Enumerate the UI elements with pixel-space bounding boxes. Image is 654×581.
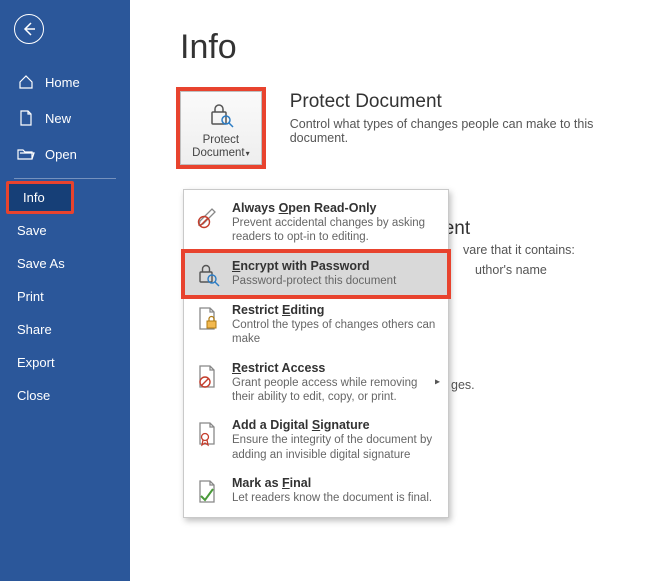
- menu-item-subtitle: Let readers know the document is final.: [232, 491, 438, 505]
- menu-item-encrypt-password[interactable]: Encrypt with Password Password-protect t…: [184, 252, 448, 296]
- protect-subtext: Control what types of changes people can…: [290, 117, 654, 145]
- sidebar-divider: [14, 178, 116, 179]
- check-issues-text-fragment: ges.: [451, 378, 475, 392]
- protect-document-button[interactable]: Protect Document▾: [180, 91, 262, 165]
- menu-item-title: Encrypt with Password: [232, 259, 438, 273]
- sidebar-item-label: Print: [17, 289, 44, 304]
- sidebar-item-label: Share: [17, 322, 52, 337]
- protect-heading: Protect Document: [290, 91, 654, 113]
- menu-item-restrict-access[interactable]: Restrict Access Grant people access whil…: [184, 354, 448, 412]
- sidebar-item-label: Save As: [17, 256, 65, 271]
- menu-item-subtitle: Password-protect this document: [232, 274, 438, 288]
- sidebar-item-new[interactable]: New: [0, 100, 130, 136]
- sidebar-item-share[interactable]: Share: [0, 313, 130, 346]
- sidebar-item-print[interactable]: Print: [0, 280, 130, 313]
- sidebar-item-info[interactable]: Info: [6, 181, 74, 214]
- backstage-sidebar: Home New Open Info Save Save As Print Sh…: [0, 0, 130, 581]
- protect-document-description: Protect Document Control what types of c…: [290, 91, 654, 145]
- menu-item-title: Add a Digital Signature: [232, 418, 438, 432]
- document-deny-icon: [194, 363, 222, 391]
- sidebar-item-label: Save: [17, 223, 47, 238]
- sidebar-item-label: Close: [17, 388, 50, 403]
- sidebar-item-open[interactable]: Open: [0, 136, 130, 172]
- home-icon: [17, 73, 35, 91]
- menu-item-open-read-only[interactable]: Always Open Read-Only Prevent accidental…: [184, 194, 448, 252]
- back-button[interactable]: [14, 14, 44, 44]
- menu-item-title: Restrict Editing: [232, 303, 438, 317]
- back-arrow-icon: [21, 21, 37, 37]
- sidebar-item-save-as[interactable]: Save As: [0, 247, 130, 280]
- protect-document-dropdown: Always Open Read-Only Prevent accidental…: [183, 189, 449, 518]
- protect-button-text: Protect Document▾: [192, 134, 249, 159]
- menu-item-mark-final[interactable]: Mark as Final Let readers know the docum…: [184, 469, 448, 513]
- document-lock-icon: [194, 305, 222, 333]
- sidebar-item-label: Open: [45, 147, 77, 162]
- sidebar-item-close[interactable]: Close: [0, 379, 130, 412]
- menu-item-restrict-editing[interactable]: Restrict Editing Control the types of ch…: [184, 296, 448, 354]
- dropdown-caret-icon: ▾: [245, 149, 250, 158]
- menu-item-title: Restrict Access: [232, 361, 438, 375]
- lock-search-icon: [194, 261, 222, 289]
- submenu-arrow-icon: ▸: [435, 377, 440, 388]
- sidebar-item-export[interactable]: Export: [0, 346, 130, 379]
- menu-item-subtitle: Control the types of changes others can …: [232, 318, 438, 347]
- document-check-icon: [194, 478, 222, 506]
- pencil-deny-icon: [194, 203, 222, 231]
- sidebar-item-label: New: [45, 111, 71, 126]
- protect-document-row: Protect Document▾ Protect Document Contr…: [180, 91, 654, 165]
- menu-item-subtitle: Grant people access while removing their…: [232, 376, 438, 405]
- lock-key-icon: [206, 101, 236, 131]
- page-title: Info: [180, 28, 654, 67]
- menu-item-subtitle: Prevent accidental changes by asking rea…: [232, 216, 438, 245]
- menu-item-title: Mark as Final: [232, 476, 438, 490]
- sidebar-item-label: Export: [17, 355, 55, 370]
- sidebar-item-save[interactable]: Save: [0, 214, 130, 247]
- menu-item-title: Always Open Read-Only: [232, 201, 438, 215]
- sidebar-item-label: Info: [23, 190, 45, 205]
- menu-item-digital-signature[interactable]: Add a Digital Signature Ensure the integ…: [184, 411, 448, 469]
- sidebar-item-home[interactable]: Home: [0, 64, 130, 100]
- document-ribbon-icon: [194, 420, 222, 448]
- document-icon: [17, 109, 35, 127]
- sidebar-item-label: Home: [45, 75, 80, 90]
- inspect-document-text-fragment: vare that it contains: uthor's name: [463, 240, 643, 280]
- menu-item-subtitle: Ensure the integrity of the document by …: [232, 433, 438, 462]
- folder-open-icon: [17, 145, 35, 163]
